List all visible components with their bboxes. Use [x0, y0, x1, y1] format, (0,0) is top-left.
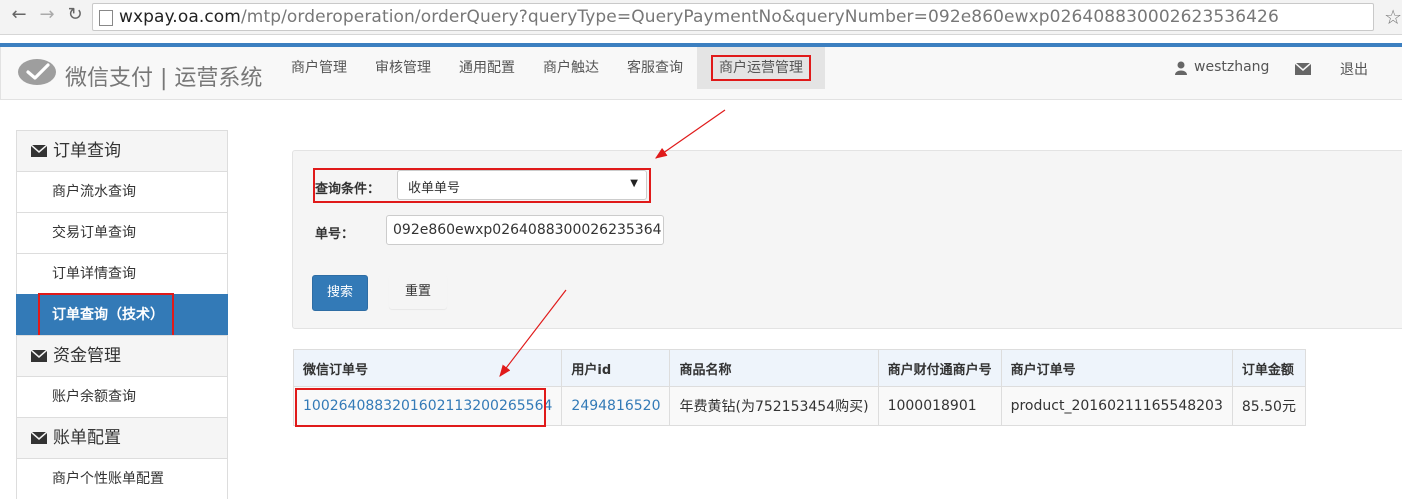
annotation-arrow-bottom — [499, 289, 567, 377]
annotation-arrows — [499, 109, 726, 377]
annotation-arrow-top — [655, 109, 726, 159]
